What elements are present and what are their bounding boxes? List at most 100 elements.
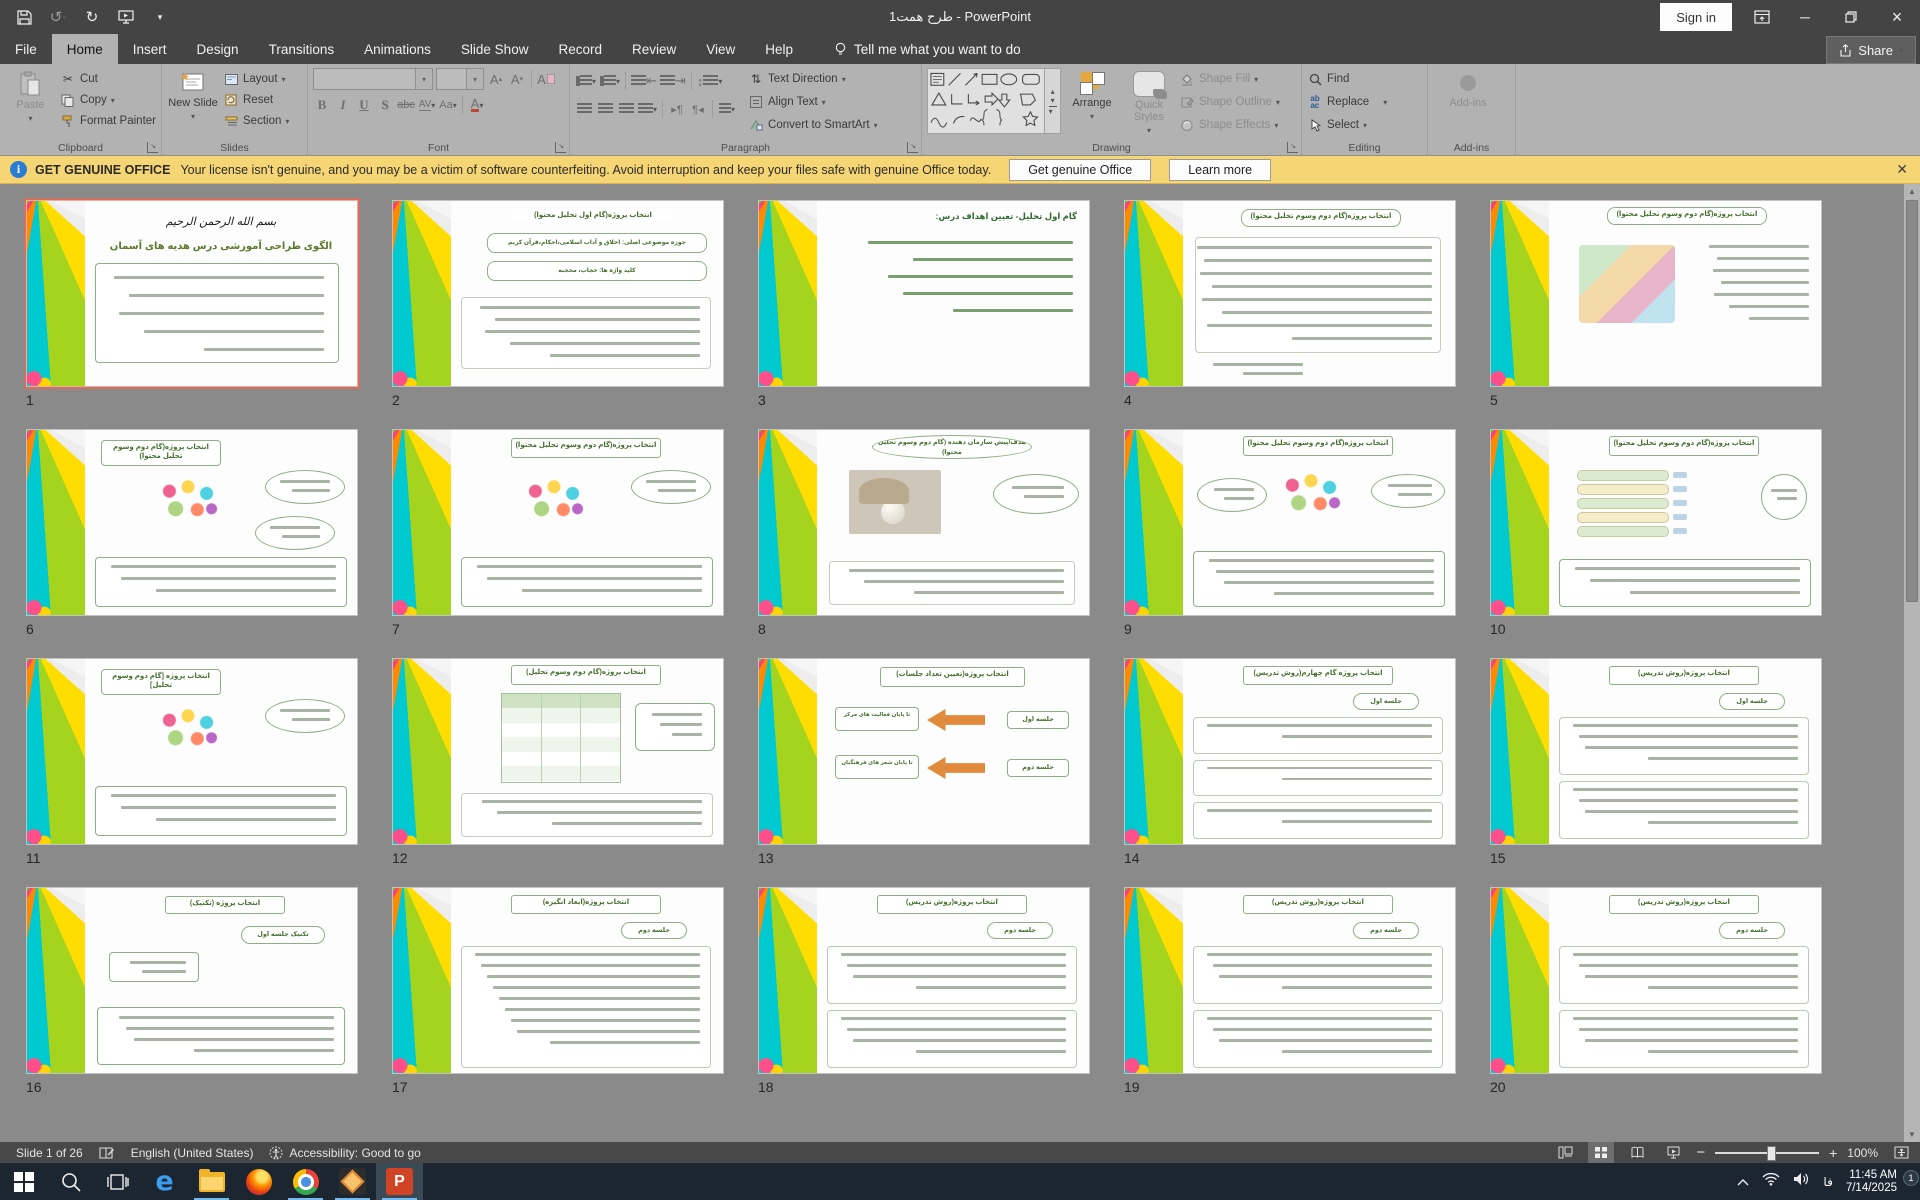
tab-design[interactable]: Design	[182, 34, 254, 64]
ltr-direction-button[interactable]: ▸¶	[668, 100, 686, 118]
slide-thumbnail[interactable]: انتخاب پروژه(تعیین تعداد جلسات) جلسه اول ج…	[758, 658, 1090, 845]
start-slideshow-icon[interactable]	[116, 7, 136, 27]
wifi-icon[interactable]	[1762, 1172, 1780, 1191]
scrollbar-thumb[interactable]	[1906, 200, 1918, 602]
align-center-button[interactable]	[596, 100, 614, 118]
find-button[interactable]: Find	[1307, 70, 1387, 88]
reset-button[interactable]: Reset	[223, 91, 289, 109]
drawing-dialog-launcher[interactable]: ↘	[1287, 142, 1298, 153]
slide-thumbnail[interactable]: انتخاب پروژه(گام دوم وسوم تحلیل محتوا)	[392, 429, 724, 616]
slide-thumbnail[interactable]: انتخاب پروژه(گام دوم وسوم تحلیل محتوا)	[1490, 200, 1822, 387]
taskbar-powerpoint-button[interactable]: P	[376, 1163, 423, 1200]
spell-check-icon[interactable]	[99, 1146, 115, 1160]
customize-qat-icon[interactable]: ▾	[150, 7, 170, 27]
font-dialog-launcher[interactable]: ↘	[555, 142, 566, 153]
text-direction-button[interactable]: ⇅ Text Direction ▾	[748, 70, 878, 88]
clipboard-dialog-launcher[interactable]: ↘	[147, 142, 158, 153]
slide-thumbnail[interactable]: انتخاب پروژه(روش تدریس) جلسه دوم	[1490, 887, 1822, 1074]
zoom-out-button[interactable]: −	[1696, 1144, 1705, 1161]
fit-slide-button[interactable]	[1888, 1142, 1914, 1163]
paragraph-dialog-launcher[interactable]: ↘	[907, 142, 918, 153]
font-size-combobox[interactable]: ▾	[436, 68, 484, 90]
paste-button[interactable]: Paste ▾	[5, 68, 56, 139]
character-spacing-button[interactable]: AV ▾	[418, 96, 436, 114]
banner-close-icon[interactable]: ✕	[1896, 161, 1908, 178]
slide-thumbnail[interactable]: انتخاب پروژه(گام دوم وسوم تحلیل)	[392, 658, 724, 845]
slide-thumbnail[interactable]: انتخاب پروژه گام چهارم(روش تدریس) جلسه او…	[1124, 658, 1456, 845]
task-view-button[interactable]	[94, 1163, 141, 1200]
copy-button[interactable]: Copy ▾	[60, 91, 156, 109]
taskbar-diamond-app-button[interactable]	[329, 1163, 376, 1200]
slide-thumbnail[interactable]: انتخاب پروژه(روش تدریس) جلسه دوم	[758, 887, 1090, 1074]
tab-animations[interactable]: Animations	[349, 34, 446, 64]
tab-home[interactable]: Home	[51, 34, 118, 64]
slideshow-view-button[interactable]	[1660, 1142, 1686, 1163]
ribbon-display-options-icon[interactable]	[1742, 0, 1782, 34]
change-case-button[interactable]: Aa ▾	[439, 96, 457, 114]
slide-thumbnail[interactable]: انتخاب پروژه(گام دوم وسوم تحلیل محتوا)	[1124, 429, 1456, 616]
rtl-direction-button[interactable]: ¶◂	[689, 100, 707, 118]
slide-indicator[interactable]: Slide 1 of 26	[16, 1146, 83, 1160]
align-left-button[interactable]	[575, 100, 593, 118]
align-right-button[interactable]	[617, 100, 635, 118]
font-size-dropdown-icon[interactable]: ▾	[466, 69, 483, 89]
close-button[interactable]: ×	[1874, 0, 1920, 34]
bold-button[interactable]: B	[313, 96, 331, 114]
tab-file[interactable]: File	[0, 34, 52, 64]
arrange-button[interactable]: Arrange ▾	[1065, 68, 1119, 139]
tab-record[interactable]: Record	[543, 34, 617, 64]
scroll-down-icon[interactable]: ▼	[1904, 1127, 1920, 1142]
tab-insert[interactable]: Insert	[118, 34, 182, 64]
slide-thumbnail[interactable]: بسم الله الرحمن الرحیم الگوی طراحی آموزشی…	[24, 198, 360, 389]
share-button[interactable]: Share ▾	[1826, 36, 1916, 64]
convert-smartart-button[interactable]: Convert to SmartArt ▾	[748, 116, 878, 134]
slide-thumbnail[interactable]: انتخاب پروژه (تکنیک) تکنیک جلسه اول	[26, 887, 358, 1074]
addins-button[interactable]: Add-ins	[1433, 68, 1503, 139]
zoom-in-button[interactable]: +	[1829, 1145, 1837, 1161]
grow-font-button[interactable]: A ▴	[487, 70, 505, 88]
shape-outline-button[interactable]: Shape Outline ▾	[1179, 93, 1280, 111]
shapes-gallery[interactable]: ▴ ▾ ▾	[927, 68, 1061, 134]
quick-styles-button[interactable]: Quick Styles ▾	[1123, 68, 1175, 139]
slide-thumbnail[interactable]: انتخاب پروژه(روش تدریس) جلسه دوم	[1124, 887, 1456, 1074]
format-painter-button[interactable]: Format Painter	[60, 112, 156, 130]
line-spacing-button[interactable]: ↕ ▾	[697, 72, 723, 90]
normal-view-button[interactable]	[1552, 1142, 1578, 1163]
shape-effects-button[interactable]: Shape Effects ▾	[1179, 116, 1280, 134]
replace-button[interactable]: ab ac Replace ▾	[1307, 93, 1387, 111]
volume-icon[interactable]	[1793, 1172, 1810, 1191]
input-language-indicator[interactable]: فا	[1823, 1175, 1832, 1189]
zoom-slider-handle[interactable]	[1767, 1146, 1777, 1161]
undo-icon[interactable]: ↺ ▾	[48, 7, 68, 27]
text-shadow-button[interactable]: S	[376, 96, 394, 114]
slide-thumbnail[interactable]: انتخاب پروژه(گام دوم وسوم تحلیل محتوا)	[1490, 429, 1822, 616]
decrease-indent-button[interactable]: ⇤	[631, 72, 657, 90]
accessibility-indicator[interactable]: Accessibility: Good to go	[269, 1146, 421, 1160]
slide-thumbnail[interactable]: هدف/پیش سازمان دهنده (گام دوم وسوم تحلیل…	[758, 429, 1090, 616]
zoom-slider[interactable]	[1715, 1142, 1820, 1163]
slide-thumbnail[interactable]: انتخاب پروژه(گام دوم وسوم تحلیل محتوا)	[1124, 200, 1456, 387]
tell-me-box[interactable]: Tell me what you want to do	[834, 34, 1021, 64]
font-color-button[interactable]: A ▾	[468, 96, 486, 114]
taskbar-search-button[interactable]	[47, 1163, 94, 1200]
reading-view-button[interactable]	[1624, 1142, 1650, 1163]
select-button[interactable]: Select ▾	[1307, 116, 1387, 134]
scroll-up-icon[interactable]: ▲	[1904, 184, 1920, 199]
increase-indent-button[interactable]: ⇥	[659, 72, 686, 90]
bullets-button[interactable]: ▾	[575, 72, 596, 90]
vertical-scrollbar[interactable]: ▲ ▼	[1904, 184, 1920, 1142]
get-genuine-office-button[interactable]: Get genuine Office	[1009, 158, 1152, 181]
clear-formatting-button[interactable]: A	[537, 70, 555, 88]
tray-chevron-icon[interactable]	[1737, 1173, 1749, 1191]
numbering-button[interactable]: ▾	[599, 72, 620, 90]
align-text-button[interactable]: Align Text ▾	[748, 93, 878, 111]
restore-button[interactable]	[1828, 0, 1874, 34]
italic-button[interactable]: I	[334, 96, 352, 114]
taskbar-chrome-button[interactable]	[282, 1163, 329, 1200]
tab-view[interactable]: View	[691, 34, 750, 64]
save-icon[interactable]	[14, 7, 34, 27]
justify-button[interactable]: ▾	[638, 100, 657, 118]
shape-fill-button[interactable]: Shape Fill ▾	[1179, 70, 1280, 88]
zoom-percentage[interactable]: 100%	[1847, 1146, 1878, 1160]
language-indicator[interactable]: English (United States)	[131, 1146, 254, 1160]
